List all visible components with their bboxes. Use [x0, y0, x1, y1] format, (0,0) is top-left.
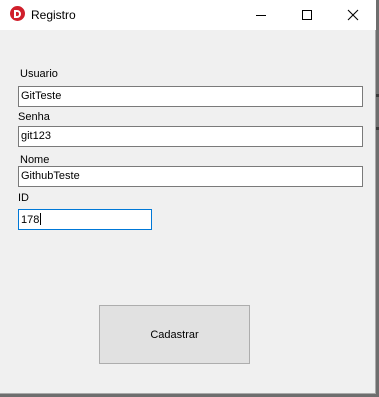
usuario-input[interactable]: GitTeste	[18, 86, 363, 107]
usuario-label: Usuario	[20, 68, 58, 80]
nome-label: Nome	[20, 154, 50, 166]
minimize-button[interactable]	[238, 0, 284, 30]
id-input[interactable]: 178	[18, 209, 152, 230]
id-input-value: 178	[21, 214, 40, 226]
close-button[interactable]	[330, 0, 376, 30]
close-icon	[347, 9, 359, 21]
id-label: ID	[18, 192, 29, 204]
senha-input[interactable]: git123	[18, 126, 363, 147]
window-title: Registro	[31, 8, 76, 22]
registro-window: Registro Usuario GitTeste Senha git123 N…	[0, 0, 376, 394]
title-bar[interactable]: Registro	[0, 0, 376, 30]
app-d-logo-icon	[10, 6, 25, 21]
maximize-button[interactable]	[284, 0, 330, 30]
nome-input[interactable]: GithubTeste	[18, 166, 363, 187]
text-caret	[40, 213, 42, 225]
senha-label: Senha	[18, 111, 50, 123]
cadastrar-button[interactable]: Cadastrar	[99, 305, 250, 364]
maximize-icon	[302, 10, 312, 20]
minimize-icon	[256, 15, 266, 16]
